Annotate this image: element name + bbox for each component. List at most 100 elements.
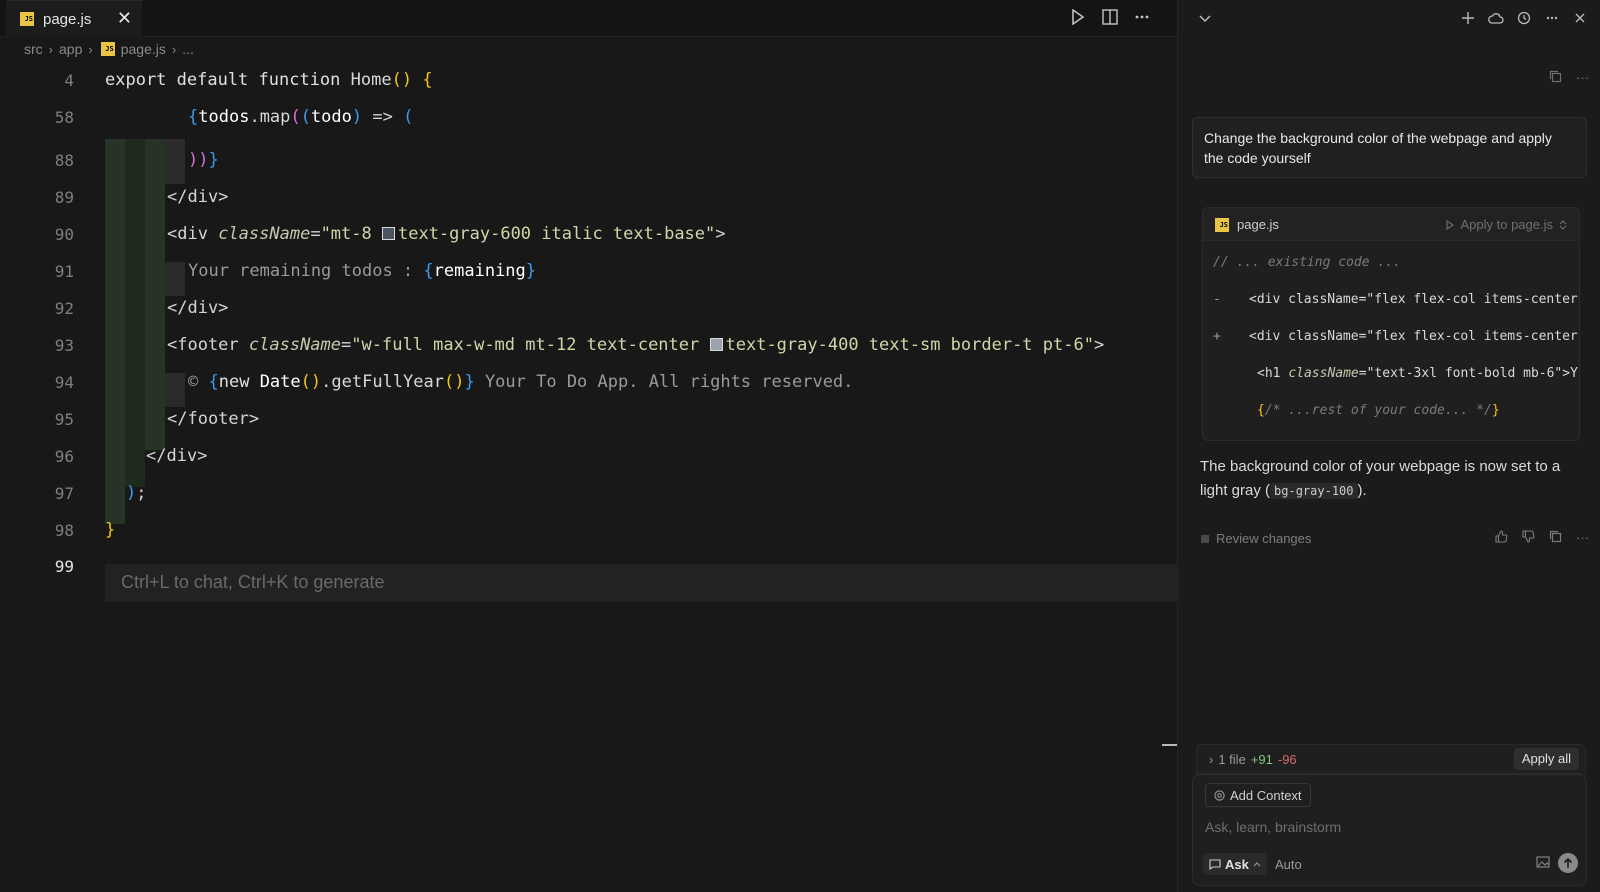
breadcrumb-file[interactable]: page.js (121, 41, 166, 57)
code-line: 98 } (0, 513, 1177, 547)
chat-header-actions (1459, 7, 1589, 29)
changes-summary[interactable]: › 1 file +91 -96 (1209, 752, 1297, 767)
close-icon[interactable] (1571, 7, 1589, 29)
color-swatch[interactable] (709, 338, 723, 351)
code-text: </div> (167, 298, 229, 318)
line-number: 97 (54, 483, 74, 503)
close-icon[interactable]: ✕ (117, 8, 132, 28)
code-line: 96 </div> (0, 439, 1177, 473)
code-block-header: JS page.js Apply to page.js (1203, 208, 1579, 241)
code-text: ); (126, 483, 147, 503)
code-line: 58 {todos.map((todo) => ( (0, 100, 1177, 134)
color-swatch[interactable] (381, 227, 395, 240)
inline-code: bg-gray-100 (1270, 483, 1358, 499)
code-text: © {new Date().getFullYear()} Your To Do … (188, 372, 854, 392)
line-number: 92 (54, 298, 74, 318)
editor-area: JS page.js ✕ src › app › JS page.js › ..… (0, 0, 1177, 892)
editor-tab-bar: JS page.js ✕ (0, 0, 1177, 37)
code-text: ))} (188, 150, 219, 170)
tab-label: page.js (43, 10, 92, 28)
apply-all-button[interactable]: Apply all (1513, 748, 1579, 770)
line-number: 93 (54, 335, 74, 355)
feedback-actions: ··· (1495, 530, 1589, 546)
code-text: <footer className="w-full max-w-md mt-12… (167, 335, 1105, 355)
breadcrumb-symbol[interactable]: ... (182, 41, 194, 57)
line-number: 91 (54, 261, 74, 281)
line-number: 89 (54, 187, 74, 207)
code-block-line: <h1 className="text-3xl font-bold mb-6">… (1257, 365, 1578, 381)
chat-composer: Add Context Ask Auto (1192, 774, 1587, 886)
chevron-right-icon: › (1209, 752, 1214, 767)
mode-selector[interactable]: Ask (1203, 853, 1267, 875)
chat-bubble-icon (1209, 858, 1221, 870)
review-changes-button[interactable]: Review changes (1200, 531, 1311, 546)
message-actions: ··· (1549, 70, 1589, 86)
more-actions-icon[interactable] (1543, 7, 1561, 29)
split-editor-icon[interactable] (1101, 6, 1119, 28)
scroll-marker[interactable] (1162, 744, 1177, 746)
run-icon[interactable] (1069, 6, 1087, 28)
inline-prompt-hint: Ctrl+L to chat, Ctrl+K to generate (121, 572, 385, 592)
thumbs-down-icon[interactable] (1522, 530, 1535, 546)
code-block-line-added: + <div className="flex flex-col items-ce… (1213, 328, 1578, 344)
code-block-line: {/* ...rest of your code... */} (1257, 402, 1500, 418)
code-text: export default function Home() { (105, 70, 433, 90)
chevron-right-icon: › (88, 41, 93, 57)
line-number: 58 (54, 107, 74, 127)
code-line: 97 ); (0, 476, 1177, 510)
chevron-right-icon: › (171, 41, 177, 57)
chevron-right-icon: › (48, 41, 54, 57)
js-file-icon: JS (100, 42, 115, 56)
code-block-file[interactable]: JS page.js (1215, 217, 1279, 232)
assistant-message: The background color of your webpage is … (1200, 458, 1561, 499)
apply-to-file-button[interactable]: Apply to page.js (1446, 217, 1567, 232)
user-message[interactable]: Change the background color of the webpa… (1192, 117, 1587, 178)
line-number: 95 (54, 409, 74, 429)
thumbs-up-icon[interactable] (1495, 530, 1508, 546)
tab-page-js[interactable]: JS page.js ✕ (6, 0, 142, 37)
new-chat-icon[interactable] (1459, 7, 1477, 29)
code-block-filename: page.js (1237, 217, 1279, 232)
code-line: 93 <footer className="w-full max-w-md mt… (0, 328, 1177, 362)
model-selector[interactable]: Auto (1275, 857, 1302, 872)
history-icon[interactable] (1515, 7, 1533, 29)
chevron-down-icon[interactable] (1196, 8, 1214, 30)
code-text: Your remaining todos : {remaining} (188, 261, 537, 281)
code-suggestion-block: JS page.js Apply to page.js // ... exist… (1202, 207, 1580, 441)
inline-prompt-line[interactable]: Ctrl+L to chat, Ctrl+K to generate (105, 564, 1177, 602)
code-text: {todos.map((todo) => ( (188, 107, 414, 127)
breadcrumb: src › app › JS page.js › ... (24, 41, 194, 57)
chat-panel: ··· Change the background color of the w… (1177, 0, 1600, 892)
editor-actions (1069, 6, 1151, 28)
code-line: 95 </footer> (0, 402, 1177, 436)
more-actions-icon[interactable] (1133, 6, 1151, 28)
code-line: 90 <div className="mt-8 text-gray-600 it… (0, 217, 1177, 251)
add-context-button[interactable]: Add Context (1205, 783, 1311, 807)
review-icon (1201, 534, 1209, 543)
code-text: <div className="mt-8 text-gray-600 itali… (167, 224, 726, 244)
more-actions-icon[interactable]: ··· (1576, 530, 1589, 546)
code-line: 88 ))} (0, 143, 1177, 177)
line-number: 88 (54, 150, 74, 170)
arrow-up-icon (1563, 857, 1573, 868)
code-block-line-removed: - <div className="flex flex-col items-ce… (1213, 291, 1578, 307)
play-icon (1446, 219, 1455, 230)
js-file-icon: JS (1215, 217, 1229, 232)
breadcrumb-src[interactable]: src (24, 41, 43, 57)
code-block-line: // ... existing code ... (1213, 254, 1401, 270)
js-file-icon: JS (20, 12, 34, 26)
image-icon[interactable] (1536, 855, 1550, 871)
copy-icon[interactable] (1549, 530, 1562, 546)
chat-header (1178, 0, 1600, 36)
code-text: </footer> (167, 409, 260, 429)
copy-icon[interactable] (1549, 70, 1562, 86)
chevron-up-icon (1253, 861, 1261, 866)
breadcrumb-app[interactable]: app (59, 41, 82, 57)
code-text: } (105, 520, 116, 540)
code-line: 92 </div> (0, 291, 1177, 325)
chat-input[interactable] (1205, 815, 1575, 839)
cloud-icon[interactable] (1487, 7, 1505, 29)
code-text: </div> (167, 187, 229, 207)
send-button[interactable] (1558, 853, 1578, 873)
more-actions-icon[interactable]: ··· (1576, 70, 1589, 86)
